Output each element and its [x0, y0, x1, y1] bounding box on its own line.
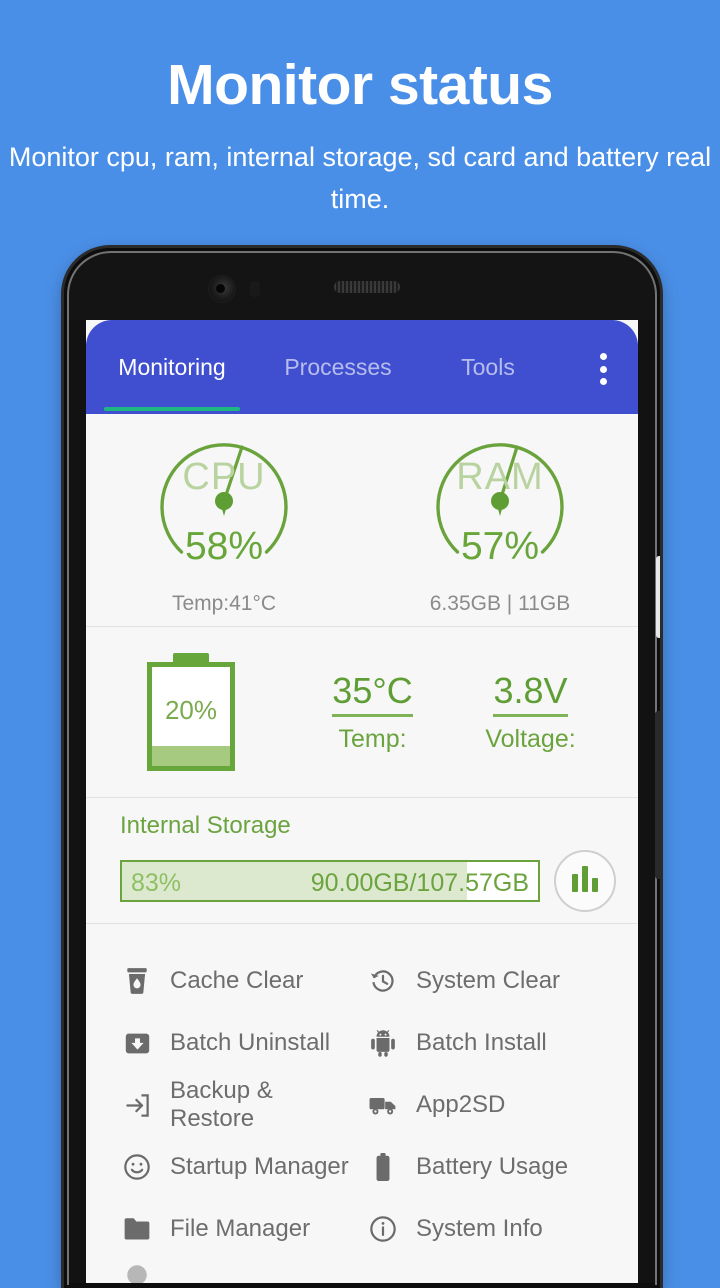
page-title: Monitor status: [167, 53, 553, 117]
tab-tools[interactable]: Tools: [418, 320, 558, 414]
tool-startup-manager-label: Startup Manager: [170, 1153, 349, 1180]
cpu-gauge-percent: 58%: [184, 525, 264, 568]
internal-storage-row: 83% 90.00GB/107.57GB: [120, 850, 616, 912]
battery-icon-wrapper: 20%: [86, 653, 296, 771]
battery-section: 20% 35°C Temp: 3.8V Voltage:: [86, 627, 638, 798]
battery-temp-label: Temp:: [338, 725, 407, 753]
tool-row: Batch Uninstall Batch Install: [86, 1012, 638, 1074]
tab-bar: Monitoring Processes Tools: [86, 320, 638, 414]
internal-storage-progress-bar[interactable]: 83% 90.00GB/107.57GB: [120, 860, 540, 902]
tool-system-clear[interactable]: System Clear: [350, 964, 638, 998]
tool-batch-uninstall-label: Batch Uninstall: [170, 1029, 331, 1056]
info-circle-icon: [366, 1212, 400, 1246]
history-restore-icon: [366, 964, 400, 998]
partial-icon: [120, 1260, 154, 1288]
tab-monitoring[interactable]: Monitoring: [86, 320, 258, 414]
tool-system-info-label: System Info: [416, 1215, 543, 1242]
folder-icon: [120, 1212, 154, 1246]
cpu-gauge: CPU 58%: [138, 430, 310, 570]
tab-monitoring-label: Monitoring: [118, 353, 226, 380]
more-vert-icon[interactable]: [586, 350, 620, 388]
tool-row-partial: [86, 1260, 638, 1288]
tab-processes[interactable]: Processes: [258, 320, 418, 414]
tool-batch-install[interactable]: Batch Install: [350, 1026, 638, 1060]
tool-partial[interactable]: [86, 1260, 350, 1288]
battery-level-label: 20%: [164, 695, 218, 725]
android-robot-icon: [366, 1026, 400, 1060]
tool-file-manager-label: File Manager: [170, 1215, 311, 1242]
truck-icon: [366, 1088, 400, 1122]
app-screen: Monitoring Processes Tools CPU 58% Temp:…: [86, 320, 638, 1288]
battery-voltage-stat: 3.8V Voltage:: [485, 670, 575, 754]
tab-processes-label: Processes: [284, 353, 392, 380]
battery-stats: 35°C Temp: 3.8V Voltage:: [296, 670, 638, 754]
cpu-gauge-card[interactable]: CPU 58% Temp:41°C: [86, 414, 362, 626]
tool-app2sd[interactable]: App2SD: [350, 1088, 638, 1122]
tool-batch-uninstall[interactable]: Batch Uninstall: [86, 1026, 350, 1060]
internal-storage-size: 90.00GB/107.57GB: [310, 869, 529, 897]
app-bar: Monitoring Processes Tools: [86, 320, 638, 414]
ram-gauge-card[interactable]: RAM 57% 6.35GB | 11GB: [362, 414, 638, 626]
tool-cache-clear-label: Cache Clear: [170, 967, 304, 994]
cpu-gauge-name: CPU: [182, 456, 266, 498]
phone-mockup: Monitoring Processes Tools CPU 58% Temp:…: [64, 248, 660, 1288]
tool-file-manager[interactable]: File Manager: [86, 1212, 350, 1246]
tools-section: Cache Clear System Clear Batch Uninstall…: [86, 924, 638, 1288]
arrow-into-bracket-icon: [120, 1088, 154, 1122]
tool-startup-manager[interactable]: Startup Manager: [86, 1150, 350, 1184]
tool-batch-install-label: Batch Install: [416, 1029, 547, 1056]
promo-header: Monitor status Monitor cpu, ram, interna…: [0, 0, 720, 220]
proximity-sensor-icon: [250, 281, 260, 297]
power-button[interactable]: [656, 556, 660, 638]
battery-small-icon: [366, 1150, 400, 1184]
tool-system-info[interactable]: System Info: [350, 1212, 638, 1246]
page-subtitle: Monitor cpu, ram, internal storage, sd c…: [8, 142, 712, 214]
battery-fill: [152, 746, 230, 766]
volume-button[interactable]: [655, 711, 660, 879]
cpu-gauge-subtext: Temp:41°C: [171, 592, 277, 615]
tool-row: File Manager System Info: [86, 1198, 638, 1260]
smiley-face-icon: [120, 1150, 154, 1184]
battery-voltage-label: Voltage:: [485, 725, 576, 753]
tab-tools-label: Tools: [461, 353, 515, 380]
battery-temp-stat: 35°C Temp:: [332, 670, 413, 754]
front-camera-lens-icon: [216, 284, 225, 293]
tool-app2sd-label: App2SD: [416, 1091, 506, 1118]
ram-gauge-percent: 57%: [460, 525, 540, 568]
internal-storage-section: Internal Storage 83% 90.00GB/107.57GB: [86, 798, 638, 924]
tool-cache-clear[interactable]: Cache Clear: [86, 964, 350, 998]
tool-backup-restore[interactable]: Backup & Restore: [86, 1077, 350, 1133]
tool-row: Cache Clear System Clear: [86, 950, 638, 1012]
tool-row: Backup & Restore App2SD: [86, 1074, 638, 1136]
tool-system-clear-label: System Clear: [416, 967, 561, 994]
ram-gauge-name: RAM: [456, 456, 544, 498]
box-download-icon: [120, 1026, 154, 1060]
tool-battery-usage-label: Battery Usage: [416, 1153, 569, 1180]
ram-gauge-subtext: 6.35GB | 11GB: [429, 592, 571, 615]
battery-temp-value: 35°C: [332, 670, 413, 717]
battery-icon: 20%: [147, 653, 235, 771]
monitor-gauges-section: CPU 58% Temp:41°C RAM 57% 6.35GB | 11GB: [86, 414, 638, 627]
internal-storage-percent: 83%: [131, 869, 182, 897]
cup-drop-icon: [120, 964, 154, 998]
internal-storage-title: Internal Storage: [120, 812, 291, 839]
tool-backup-restore-label: Backup & Restore: [170, 1077, 273, 1132]
battery-voltage-value: 3.8V: [493, 670, 568, 717]
earpiece-speaker-icon: [334, 281, 400, 293]
ram-gauge: RAM 57%: [414, 430, 586, 570]
bar-chart-icon[interactable]: [554, 850, 616, 912]
tool-row: Startup Manager Battery Usage: [86, 1136, 638, 1198]
tool-battery-usage[interactable]: Battery Usage: [350, 1150, 638, 1184]
